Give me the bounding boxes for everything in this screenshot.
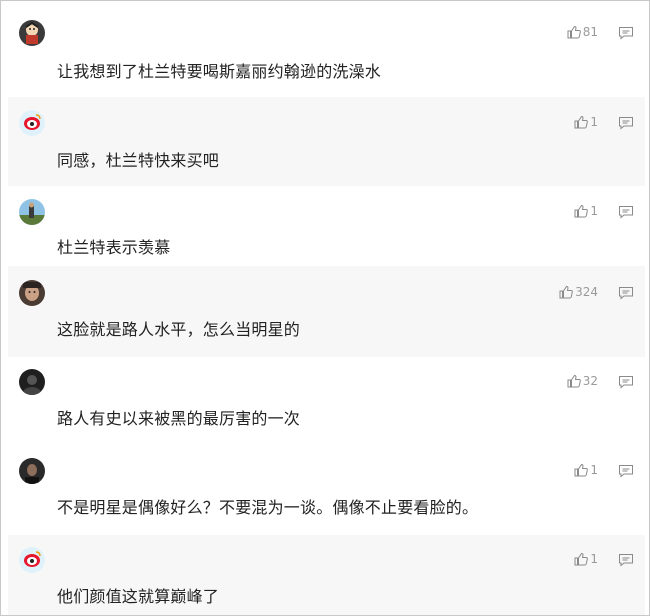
comment-item: 81 让我想到了杜兰特要喝斯嘉丽约翰逊的洗澡水 (8, 1, 645, 97)
reply-button[interactable] (618, 116, 634, 130)
outdoor-photo-avatar-icon (19, 199, 45, 225)
like-count: 1 (590, 552, 598, 566)
like-count: 324 (575, 285, 598, 299)
comment-text: 同感，杜兰特快来买吧 (57, 151, 220, 170)
comment-text: 杜兰特表示羡慕 (57, 238, 171, 257)
like-button[interactable]: 1 (573, 203, 598, 219)
comment-text: 他们颜值这就算巅峰了 (57, 587, 220, 606)
like-button[interactable]: 1 (573, 114, 598, 130)
like-count: 1 (590, 204, 598, 218)
reply-button[interactable] (618, 553, 634, 567)
comment-text: 不是明星是偶像好么？不要混为一谈。偶像不止要看脸的。 (57, 498, 479, 517)
like-count: 1 (590, 463, 598, 477)
comment-bubble-icon (619, 27, 633, 40)
like-count: 32 (582, 374, 598, 388)
comment-bubble-icon (619, 117, 633, 130)
thumbs-up-icon (574, 115, 589, 129)
person-photo-avatar-icon (19, 458, 45, 484)
reply-button[interactable] (618, 464, 634, 478)
comment-bubble-icon (619, 376, 633, 389)
avatar[interactable] (19, 458, 45, 484)
avatar[interactable] (19, 547, 45, 573)
comment-text: 路人有史以来被黑的最厉害的一次 (57, 409, 301, 428)
reply-button[interactable] (618, 286, 634, 300)
comment-bubble-icon (619, 206, 633, 219)
like-count: 81 (582, 25, 598, 39)
like-button[interactable]: 1 (573, 462, 598, 478)
avatar[interactable] (19, 110, 45, 136)
weibo-default-avatar-icon (19, 547, 45, 573)
like-button[interactable]: 81 (566, 24, 598, 40)
like-button[interactable]: 32 (566, 373, 598, 389)
like-count: 1 (590, 115, 598, 129)
comment-item: 32 路人有史以来被黑的最厉害的一次 (8, 357, 645, 446)
comment-item: 1 杜兰特表示羡慕 (8, 186, 645, 266)
like-button[interactable]: 1 (573, 551, 598, 567)
comment-item: 1 不是明星是偶像好么？不要混为一谈。偶像不止要看脸的。 (8, 446, 645, 535)
thumbs-up-icon (567, 25, 581, 39)
thumbs-up-icon (567, 374, 581, 388)
avatar[interactable] (19, 20, 45, 46)
like-button[interactable]: 324 (558, 284, 598, 300)
avatar[interactable] (19, 199, 45, 225)
avatar[interactable] (19, 369, 45, 395)
thumbs-up-icon (574, 552, 589, 566)
portrait-photo-avatar-icon (19, 280, 45, 306)
comment-item: 324 这脸就是路人水平，怎么当明星的 (8, 266, 645, 357)
reply-button[interactable] (618, 205, 634, 219)
reply-button[interactable] (618, 26, 634, 40)
cartoon-character-avatar-icon (19, 20, 45, 46)
reply-button[interactable] (618, 375, 634, 389)
comment-bubble-icon (619, 287, 633, 300)
comment-text: 这脸就是路人水平，怎么当明星的 (57, 320, 301, 339)
comment-text: 让我想到了杜兰特要喝斯嘉丽约翰逊的洗澡水 (57, 62, 382, 81)
comment-item: 1 同感，杜兰特快来买吧 (8, 97, 645, 186)
comment-bubble-icon (619, 554, 633, 567)
thumbs-up-icon (574, 463, 589, 477)
comment-list: 81 让我想到了杜兰特要喝斯嘉丽约翰逊的洗澡水 1 同感，杜兰特快来买吧 1 杜… (0, 0, 650, 616)
avatar[interactable] (19, 280, 45, 306)
comment-bubble-icon (619, 465, 633, 478)
thumbs-up-icon (559, 285, 573, 299)
dark-photo-avatar-icon (19, 369, 45, 395)
weibo-default-avatar-icon (19, 110, 45, 136)
comment-item: 1 他们颜值这就算巅峰了 (8, 535, 645, 615)
thumbs-up-icon (574, 204, 589, 218)
